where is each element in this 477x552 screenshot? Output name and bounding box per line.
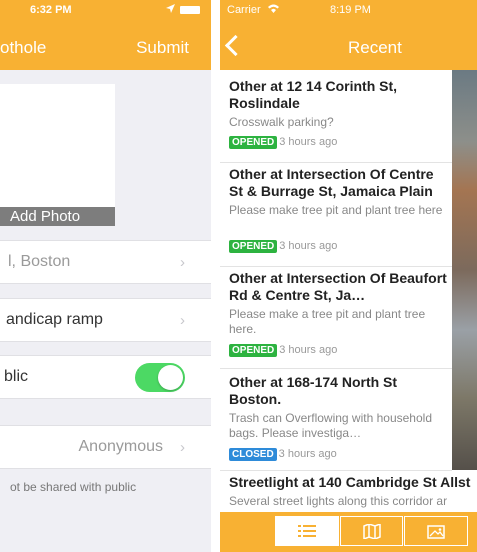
report-item[interactable]: Other at Intersection Of Centre St & Bur… — [220, 162, 452, 267]
privacy-note: ot be shared with public — [10, 480, 137, 494]
add-photo-button[interactable]: Add Photo — [0, 207, 115, 226]
toggle-knob — [158, 365, 183, 390]
report-description: Trash can Overflowing with household bag… — [229, 411, 432, 440]
back-button[interactable] — [224, 34, 247, 57]
tab-list[interactable] — [275, 516, 339, 546]
report-title: Other at 12 14 Corinth St, Roslindale — [229, 78, 398, 111]
report-description: Crosswalk parking? — [229, 115, 334, 129]
report-meta: CLOSED 3 hours ago — [229, 448, 337, 461]
report-thumbnails — [452, 70, 477, 470]
page-title: Recent — [348, 38, 402, 57]
report-description: Several street lights along this corrido… — [229, 494, 448, 508]
report-title: Streetlight at 140 Cambridge St Allst — [229, 474, 471, 490]
location-row[interactable]: l, Boston › — [0, 240, 211, 284]
status-bar: 6:32 PM — [0, 4, 211, 20]
status-badge: OPENED — [229, 344, 278, 357]
carrier-label: Carrier — [227, 4, 261, 16]
public-row: blic — [0, 355, 211, 399]
public-label: blic — [4, 368, 29, 385]
chevron-right-icon: › — [180, 254, 185, 271]
nav-bar: 6:32 PM othole Submit — [0, 0, 211, 70]
nav-bar: Carrier 8:19 PM Recent — [220, 0, 477, 70]
tab-photos[interactable] — [404, 516, 468, 546]
tab-bar — [220, 512, 477, 552]
report-description: Please make a tree pit and plant tree he… — [229, 307, 426, 336]
report-description: Please make tree pit and plant tree here — [229, 203, 443, 217]
type-row[interactable]: andicap ramp › — [0, 298, 211, 342]
photo-icon — [427, 525, 445, 539]
left-screen: 6:32 PM othole Submit Add Photo l, Bosto… — [0, 0, 211, 552]
chevron-right-icon: › — [180, 312, 185, 329]
report-title: Other at Intersection Of Beaufort Rd & C… — [229, 270, 447, 303]
list-icon — [298, 525, 316, 537]
tab-map[interactable] — [340, 516, 403, 546]
status-badge: OPENED — [229, 240, 278, 253]
map-icon — [363, 524, 381, 539]
type-value: andicap ramp — [6, 311, 103, 328]
submit-button[interactable]: Submit — [136, 38, 189, 58]
name-row[interactable]: Anonymous › — [0, 425, 211, 469]
location-value: l, Boston — [8, 253, 71, 270]
public-toggle[interactable] — [135, 363, 185, 392]
battery-icon — [180, 6, 200, 14]
report-item[interactable]: Other at 168-174 North St Boston. Trash … — [220, 368, 452, 471]
right-screen: Carrier 8:19 PM Recent Other at 12 14 Co… — [220, 0, 477, 552]
report-item[interactable]: Other at 12 14 Corinth St, Roslindale Cr… — [220, 70, 452, 163]
page-title: othole — [0, 38, 47, 57]
report-item[interactable]: Streetlight at 140 Cambridge St Allst Se… — [220, 470, 477, 512]
status-badge: CLOSED — [229, 448, 277, 461]
name-value: Anonymous — [78, 438, 164, 455]
status-time: 8:19 PM — [330, 4, 371, 16]
photo-area[interactable] — [0, 84, 115, 226]
status-time: 6:32 PM — [30, 4, 72, 16]
report-time: 3 hours ago — [279, 344, 338, 356]
report-time: 3 hours ago — [278, 448, 337, 460]
chevron-right-icon: › — [180, 439, 185, 456]
report-title: Other at 168-174 North St Boston. — [229, 374, 398, 407]
report-time: 3 hours ago — [279, 240, 338, 252]
status-badge: OPENED — [229, 136, 278, 149]
wifi-icon — [268, 4, 279, 16]
report-meta: OPENED 3 hours ago — [229, 240, 337, 253]
report-time: 3 hours ago — [279, 136, 338, 148]
location-arrow-icon — [166, 4, 175, 16]
report-meta: OPENED 3 hours ago — [229, 136, 337, 149]
status-bar: Carrier 8:19 PM — [220, 4, 477, 20]
report-title: Other at Intersection Of Centre St & Bur… — [229, 166, 434, 199]
report-meta: OPENED 3 hours ago — [229, 344, 337, 357]
report-item[interactable]: Other at Intersection Of Beaufort Rd & C… — [220, 266, 452, 369]
